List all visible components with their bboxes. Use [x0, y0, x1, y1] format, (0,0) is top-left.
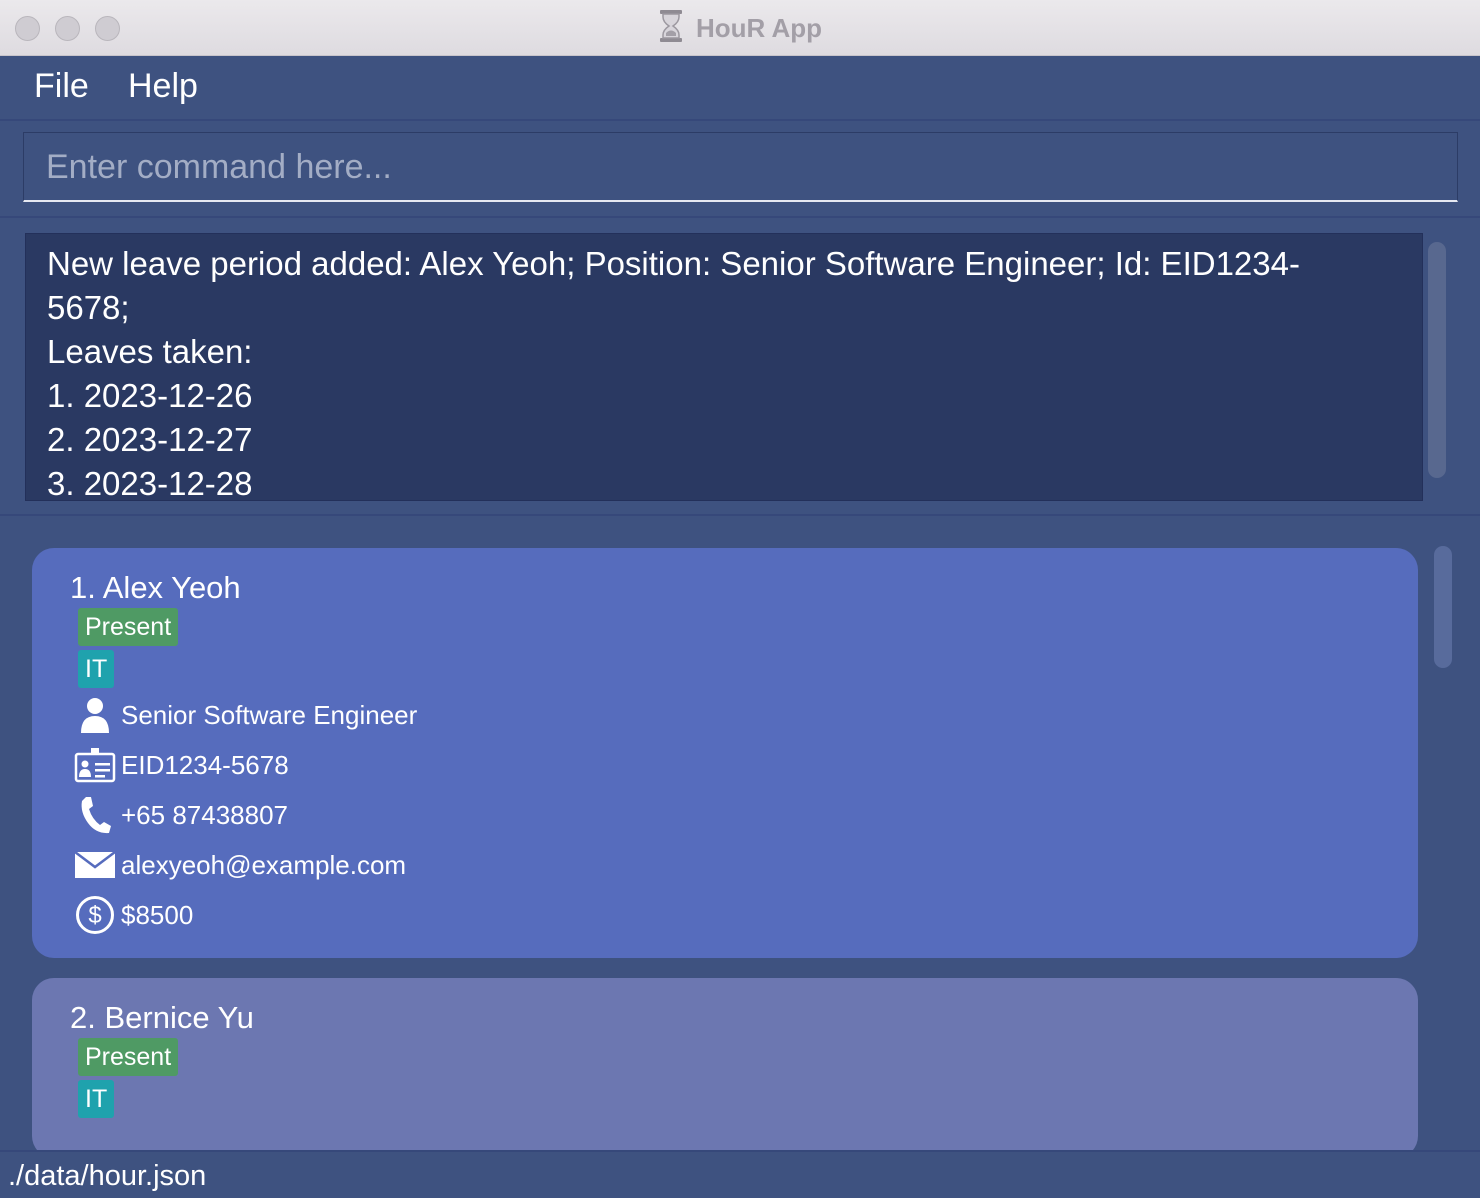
dollar-icon: $	[74, 894, 116, 936]
command-area	[0, 122, 1480, 214]
employee-card[interactable]: 1. Alex Yeoh Present IT Senior Software …	[32, 548, 1418, 958]
status-badge: Present	[78, 608, 179, 646]
menu-bar: File Help	[0, 57, 1480, 121]
employee-card[interactable]: 2. Bernice Yu Present IT	[32, 978, 1418, 1150]
command-input[interactable]	[46, 145, 1426, 189]
phone-text: +65 87438807	[121, 799, 289, 830]
id-card-icon	[74, 744, 116, 786]
window-title: HouR App	[695, 12, 823, 43]
menu-help[interactable]: Help	[128, 67, 198, 106]
phone-row: +65 87438807	[74, 793, 288, 837]
employee-name: 2. Bernice Yu	[70, 1000, 254, 1035]
phone-icon	[74, 794, 116, 836]
status-badge: Present	[78, 1038, 179, 1076]
result-display: New leave period added: Alex Yeoh; Posit…	[25, 233, 1423, 502]
department-badge: IT	[78, 1080, 115, 1118]
result-area: New leave period added: Alex Yeoh; Posit…	[0, 216, 1480, 516]
list-scrollbar[interactable]	[1434, 546, 1452, 668]
salary-row: $ $8500	[74, 893, 193, 937]
result-scrollbar[interactable]	[1428, 242, 1446, 478]
status-bar: ./data/hour.json	[0, 1150, 1480, 1198]
position-text: Senior Software Engineer	[121, 699, 418, 730]
envelope-icon	[74, 844, 116, 886]
svg-text:$: $	[88, 902, 101, 929]
employee-name: 1. Alex Yeoh	[70, 570, 241, 605]
salary-text: $8500	[121, 899, 194, 930]
data-file-path: ./data/hour.json	[8, 1160, 207, 1192]
position-row: Senior Software Engineer	[74, 693, 417, 737]
email-text: alexyeoh@example.com	[121, 849, 407, 880]
result-text: New leave period added: Alex Yeoh; Posit…	[47, 245, 1300, 502]
hourglass-icon	[658, 9, 684, 47]
email-row: alexyeoh@example.com	[74, 843, 406, 887]
menu-file[interactable]: File	[34, 67, 89, 106]
id-row: EID1234-5678	[74, 743, 289, 787]
window-titlebar: HouR App	[0, 0, 1480, 56]
command-box	[23, 132, 1458, 202]
employee-id-text: EID1234-5678	[121, 749, 289, 780]
employee-list: 1. Alex Yeoh Present IT Senior Software …	[0, 518, 1480, 1150]
person-icon	[74, 694, 116, 736]
department-badge: IT	[78, 650, 115, 688]
